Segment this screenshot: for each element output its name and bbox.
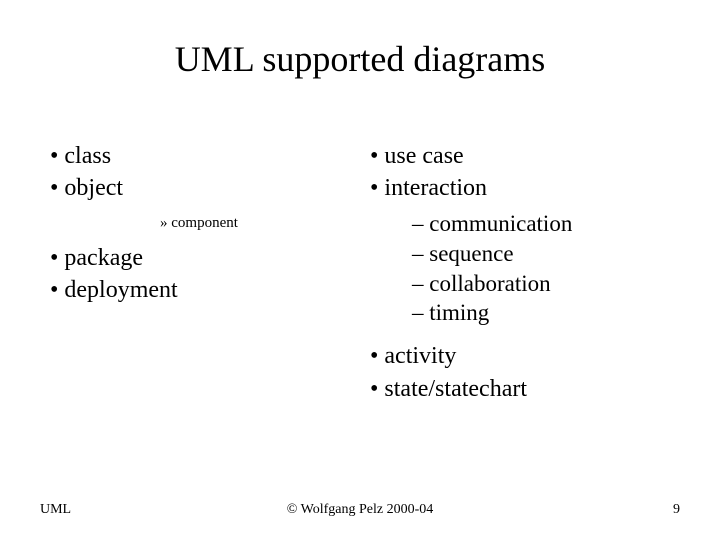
list-item: package — [50, 242, 350, 274]
right-sub-list: communication sequence collaboration tim… — [412, 209, 670, 329]
left-column: class object component package deploymen… — [50, 140, 350, 405]
slide-title: UML supported diagrams — [50, 38, 670, 80]
left-bottom-list: package deployment — [50, 242, 350, 307]
list-item: sequence — [412, 239, 670, 269]
list-item: interaction — [370, 172, 670, 204]
list-item: collaboration — [412, 269, 670, 299]
list-item: activity — [370, 340, 670, 372]
list-item: state/statechart — [370, 373, 670, 405]
list-item: object — [50, 172, 350, 204]
list-item: communication — [412, 209, 670, 239]
right-bottom-list: activity state/statechart — [370, 340, 670, 405]
footer-center: © Wolfgang Pelz 2000-04 — [0, 502, 720, 518]
left-sub-item: component — [160, 215, 350, 232]
footer-page-number: 9 — [673, 502, 680, 518]
list-item: deployment — [50, 274, 350, 306]
list-item: class — [50, 140, 350, 172]
left-top-list: class object — [50, 140, 350, 205]
right-column: use case interaction communication seque… — [350, 140, 670, 405]
list-item: use case — [370, 140, 670, 172]
list-item: timing — [412, 298, 670, 328]
slide: UML supported diagrams class object comp… — [0, 0, 720, 540]
right-top-list: use case interaction — [370, 140, 670, 205]
content-columns: class object component package deploymen… — [50, 140, 670, 405]
